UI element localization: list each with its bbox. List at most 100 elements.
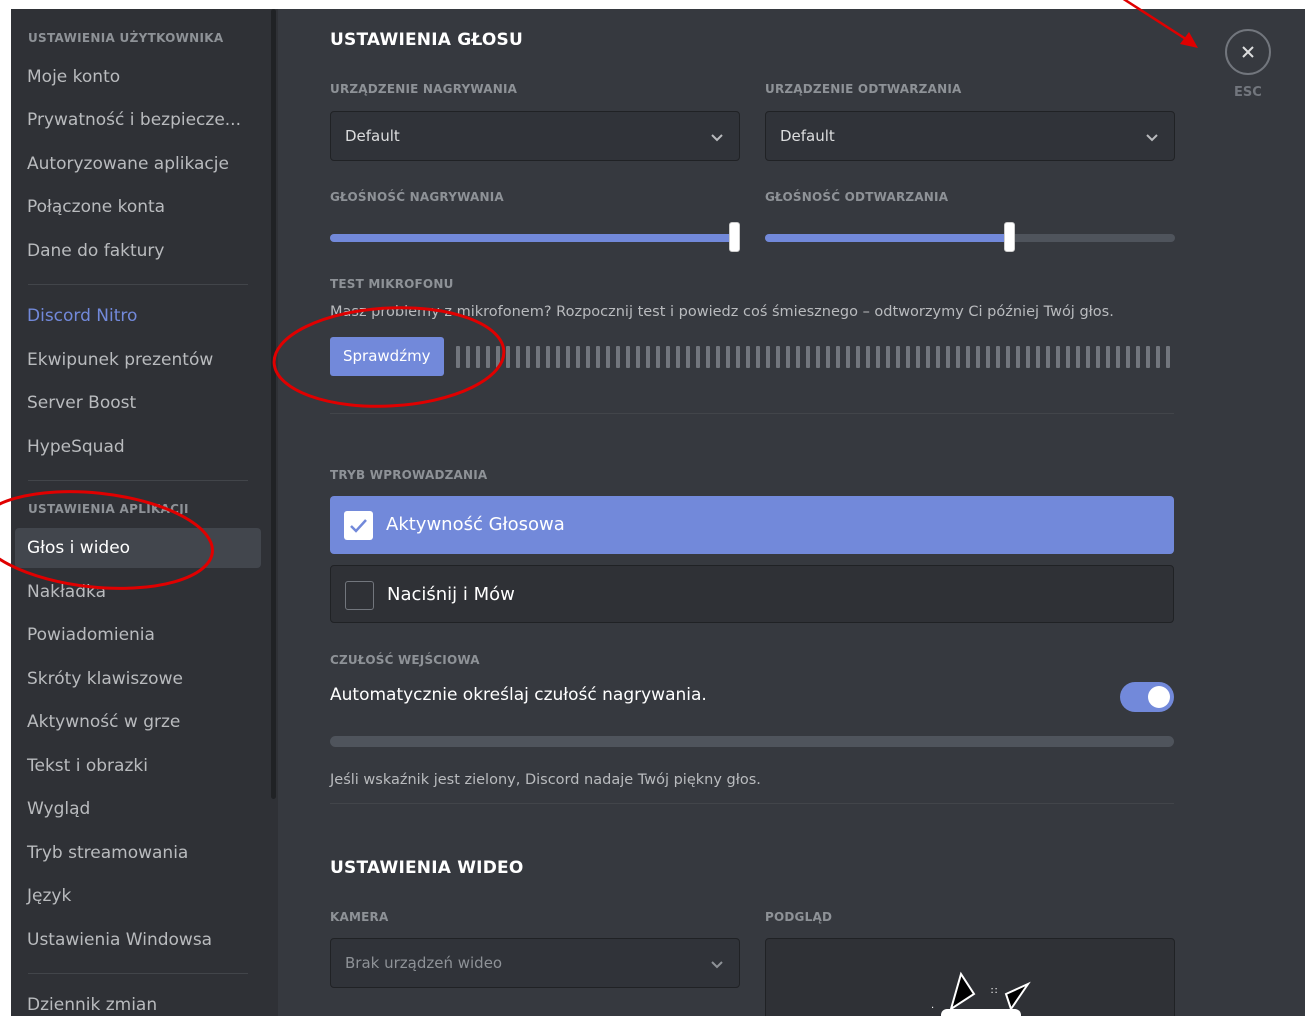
meter-tick [916,346,920,368]
mic-test-button[interactable]: Sprawdźmy [330,337,444,376]
meter-tick [986,346,990,368]
camera-select[interactable]: Brak urządzeń wideo [330,938,740,988]
sidebar-item-billing[interactable]: Dane do faktury [15,231,261,271]
meter-tick [696,346,700,368]
meter-tick [796,346,800,368]
settings-sidebar: USTAWIENIA UŻYTKOWNIKA Moje konto Prywat… [11,9,278,1016]
meter-tick [1126,346,1130,368]
meter-tick [566,346,570,368]
sidebar-item-overlay[interactable]: Nakładka [15,572,261,612]
meter-tick [576,346,580,368]
input-mode-push-to-talk[interactable]: Naciśnij i Mów [330,565,1174,623]
meter-tick [606,346,610,368]
input-mode-voice-activity[interactable]: Aktywność Głosowa [330,496,1174,554]
meter-tick [856,346,860,368]
sidebar-item-game-activity[interactable]: Aktywność w grze [15,702,261,742]
meter-tick [1166,346,1170,368]
sidebar-item-changelog[interactable]: Dziennik zmian [15,985,261,1016]
meter-tick [516,346,520,368]
sidebar-scrollbar[interactable] [271,9,276,799]
toggle-knob [1148,686,1170,708]
meter-tick [556,346,560,368]
meter-tick [546,346,550,368]
sidebar-item-server-boost[interactable]: Server Boost [15,383,261,423]
mic-test-description: Masz problemy z mikrofonem? Rozpocznij t… [330,304,1114,320]
sidebar-item-language[interactable]: Język [15,876,261,916]
meter-tick [806,346,810,368]
sidebar-item-voice-video[interactable]: Głos i wideo [15,528,261,568]
meter-tick [626,346,630,368]
output-device-select[interactable]: Default [765,111,1175,161]
meter-tick [1026,346,1030,368]
sidebar-item-appearance[interactable]: Wygląd [15,789,261,829]
meter-tick [496,346,500,368]
output-volume-label: GŁOŚNOŚĆ ODTWARZANIA [765,190,949,204]
input-mode-label: TRYB WPROWADZANIA [330,468,488,482]
chevron-down-icon [711,134,723,142]
section-divider [330,413,1174,414]
meter-tick [966,346,970,368]
meter-tick [486,346,490,368]
meter-tick [776,346,780,368]
input-device-label: URZĄDZENIE NAGRYWANIA [330,82,518,96]
sidebar-divider [28,284,248,285]
meter-tick [726,346,730,368]
meter-tick [746,346,750,368]
meter-tick [1116,346,1120,368]
meter-tick [686,346,690,368]
input-volume-slider[interactable] [330,222,740,252]
sensitivity-auto-text: Automatycznie określaj czułość nagrywani… [330,685,707,705]
sidebar-item-privacy[interactable]: Prywatność i bezpiecze... [15,100,261,140]
output-volume-slider[interactable] [765,222,1175,252]
checkbox-checked [344,511,373,540]
meter-tick [846,346,850,368]
meter-tick [656,346,660,368]
meter-tick [1016,346,1020,368]
meter-tick [826,346,830,368]
meter-tick [756,346,760,368]
camera-label: KAMERA [330,910,389,924]
slider-knob[interactable] [1004,222,1015,252]
close-button[interactable] [1225,29,1271,75]
sidebar-divider [28,973,248,974]
meter-tick [936,346,940,368]
mic-level-meter [456,346,1171,368]
input-device-select[interactable]: Default [330,111,740,161]
slider-fill [330,234,734,242]
sidebar-item-connections[interactable]: Połączone konta [15,187,261,227]
sidebar-item-text-images[interactable]: Tekst i obrazki [15,746,261,786]
camera-value: Brak urządzeń wideo [345,954,503,972]
meter-tick [1076,346,1080,368]
sidebar-item-authorized-apps[interactable]: Autoryzowane aplikacje [15,144,261,184]
meter-tick [1106,346,1110,368]
sidebar-item-hypesquad[interactable]: HypeSquad [15,427,261,467]
sensitivity-bar [330,736,1174,747]
meter-tick [956,346,960,368]
checkmark-icon [350,519,367,533]
sensitivity-auto-toggle[interactable] [1120,682,1174,712]
slider-knob[interactable] [729,222,740,252]
chevron-down-icon [711,961,723,969]
meter-tick [536,346,540,368]
sidebar-item-windows-settings[interactable]: Ustawienia Windowsa [15,920,261,960]
sidebar-item-keybinds[interactable]: Skróty klawiszowe [15,659,261,699]
checkbox-unchecked [345,581,374,610]
meter-tick [676,346,680,368]
meter-tick [786,346,790,368]
sidebar-item-streamer-mode[interactable]: Tryb streamowania [15,833,261,873]
sidebar-item-my-account[interactable]: Moje konto [15,57,261,97]
meter-tick [906,346,910,368]
meter-tick [1096,346,1100,368]
meter-tick [526,346,530,368]
meter-tick [816,346,820,368]
voice-settings-title: USTAWIENIA GŁOSU [330,30,523,50]
meter-tick [616,346,620,368]
input-mode-ptt-label: Naciśnij i Mów [387,584,515,605]
sidebar-item-nitro[interactable]: Discord Nitro [15,296,261,336]
meter-tick [1156,346,1160,368]
esc-label: ESC [1234,85,1262,100]
sidebar-item-notifications[interactable]: Powiadomienia [15,615,261,655]
sidebar-item-gift-inventory[interactable]: Ekwipunek prezentów [15,340,261,380]
meter-tick [666,346,670,368]
slider-fill [765,234,1009,242]
